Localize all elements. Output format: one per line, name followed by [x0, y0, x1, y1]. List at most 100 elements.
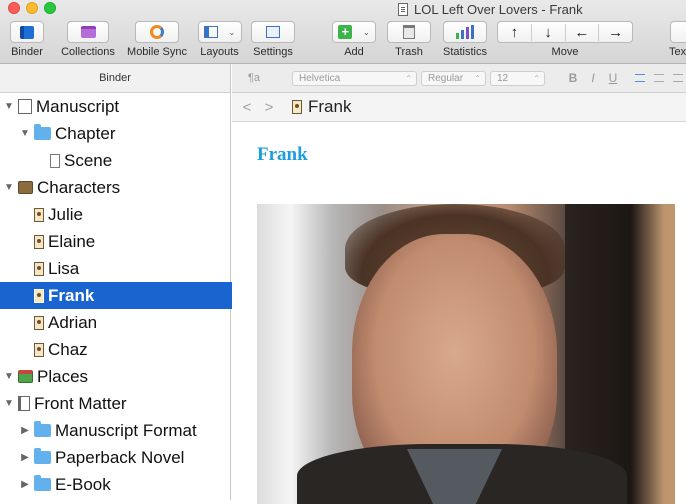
bold-button[interactable]: B	[563, 71, 583, 85]
disclosure-open-icon[interactable]: ▼	[4, 182, 14, 193]
editor-document-title: Frank	[308, 97, 352, 116]
binder-row-paperback-novel[interactable]: ▶ Paperback Novel	[0, 444, 250, 471]
move-button-group: ↑ ↓ ← →	[497, 21, 633, 43]
disclosure-open-icon[interactable]: ▼	[4, 398, 14, 409]
move-toolbar-item: ↑ ↓ ← → Move	[497, 21, 633, 58]
mobile-sync-label: Mobile Sync	[127, 46, 187, 58]
sync-icon	[150, 25, 164, 39]
binder-row-label: Front Matter	[34, 393, 127, 413]
back-button[interactable]: <	[236, 99, 258, 116]
move-up-button[interactable]: ↑	[498, 24, 531, 41]
align-right-icon[interactable]	[673, 74, 683, 82]
binder-row-label: Manuscript	[36, 96, 120, 116]
forward-button[interactable]: >	[258, 99, 280, 116]
disclosure-closed-icon[interactable]: ▶	[20, 425, 30, 436]
text-document-icon	[50, 153, 60, 168]
manuscript-icon	[18, 99, 32, 114]
binder-row-label: Julie	[48, 204, 83, 224]
add-icon: +	[338, 25, 353, 39]
mobile-sync-toolbar-item[interactable]: Mobile Sync	[125, 21, 189, 58]
binder-row-label: Paperback Novel	[55, 447, 185, 467]
minimize-window-button[interactable]	[26, 2, 38, 14]
paragraph-style-button[interactable]: ¶a	[248, 72, 282, 84]
statistics-button[interactable]	[443, 21, 487, 43]
disclosure-open-icon[interactable]: ▼	[4, 371, 14, 382]
italic-button[interactable]: I	[583, 71, 603, 85]
font-size-select[interactable]: 12	[490, 70, 545, 86]
settings-button[interactable]	[251, 21, 295, 43]
disclosure-closed-icon[interactable]: ▶	[20, 479, 30, 490]
font-style-select[interactable]: Regular	[421, 70, 486, 86]
disclosure-open-icon[interactable]: ▼	[4, 101, 14, 112]
text-label: Tex	[669, 46, 686, 58]
editor-pane[interactable]: Frank	[232, 122, 686, 504]
add-toolbar-item[interactable]: + ⌄ Add	[332, 21, 376, 58]
zoom-window-button[interactable]	[44, 2, 56, 14]
character-sheet-icon	[34, 234, 44, 249]
window-toolbar: LOL Left Over Lovers - Frank Binder Coll…	[0, 0, 686, 64]
align-left-icon[interactable]	[635, 74, 645, 82]
binder-row-manuscript[interactable]: ▼ Manuscript	[0, 93, 234, 120]
binder-row-label: Lisa	[48, 258, 80, 278]
trash-toolbar-item[interactable]: Trash	[386, 21, 432, 58]
binder-row-label: Characters	[37, 177, 121, 197]
font-family-select[interactable]: Helvetica	[292, 70, 417, 86]
statistics-icon	[456, 25, 474, 39]
binder-row-lisa[interactable]: Lisa	[0, 255, 260, 282]
move-down-button[interactable]: ↓	[530, 23, 565, 41]
binder-row-elaine[interactable]: Elaine	[0, 228, 260, 255]
character-sheet-icon	[34, 207, 44, 222]
binder-row-label: E-Book	[55, 474, 111, 494]
character-sheet-icon	[292, 100, 302, 114]
collections-button[interactable]	[67, 21, 109, 43]
disclosure-open-icon[interactable]: ▼	[20, 128, 30, 139]
binder-row-label: Manuscript Format	[55, 420, 197, 440]
statistics-toolbar-item[interactable]: Statistics	[440, 21, 490, 58]
binder-row-front-matter[interactable]: ▼ Front Matter	[0, 390, 234, 417]
binder-row-places[interactable]: ▼ Places	[0, 363, 234, 390]
folder-icon	[34, 124, 51, 140]
trash-button[interactable]	[387, 21, 431, 43]
binder-row-chapter[interactable]: ▼ Chapter	[0, 120, 250, 147]
character-sheet-icon	[34, 288, 44, 303]
binder-row-e-book[interactable]: ▶ E-Book	[0, 471, 250, 498]
binder-row-characters[interactable]: ▼ Characters	[0, 174, 234, 201]
move-label: Move	[551, 46, 579, 58]
mobile-sync-button[interactable]	[135, 21, 179, 43]
folder-icon	[34, 421, 51, 437]
disclosure-closed-icon[interactable]: ▶	[20, 452, 30, 463]
document-icon	[398, 2, 408, 16]
document-heading: Frank	[257, 144, 308, 165]
add-button[interactable]: + ⌄	[332, 21, 376, 43]
binder-row-julie[interactable]: Julie	[0, 201, 260, 228]
align-center-icon[interactable]	[654, 74, 664, 82]
binder-button[interactable]	[10, 21, 44, 43]
underline-button[interactable]: U	[603, 71, 623, 85]
binder-sidebar: Binder ▼ Manuscript ▼ Chapter Scene ▼ Ch…	[0, 64, 260, 500]
binder-row-label: Adrian	[48, 312, 98, 332]
move-left-button[interactable]: ←	[564, 23, 599, 41]
character-sheet-icon	[34, 261, 44, 276]
settings-toolbar-item[interactable]: Settings	[250, 21, 296, 58]
text-toolbar-item[interactable]: Tex	[660, 21, 686, 58]
layouts-button[interactable]: ⌄	[197, 21, 242, 43]
layouts-label: Layouts	[200, 46, 239, 58]
layouts-toolbar-item[interactable]: ⌄ Layouts	[197, 21, 242, 58]
binder-row-adrian[interactable]: Adrian	[0, 309, 260, 336]
collections-toolbar-item[interactable]: Collections	[57, 21, 119, 58]
binder-toolbar-item[interactable]: Binder	[6, 21, 48, 58]
close-window-button[interactable]	[8, 2, 20, 14]
binder-row-frank[interactable]: Frank	[0, 282, 260, 309]
text-button[interactable]	[670, 21, 686, 43]
binder-row-chaz[interactable]: Chaz	[0, 336, 260, 363]
binder-header: Binder	[0, 64, 230, 93]
binder-row-label: Chapter	[55, 123, 116, 143]
window-title: LOL Left Over Lovers - Frank	[398, 1, 583, 17]
add-label: Add	[344, 46, 364, 58]
characters-folder-icon	[18, 181, 33, 194]
move-right-button[interactable]: →	[598, 23, 632, 41]
editor-navigation-bar: < > Frank	[232, 93, 686, 122]
binder-row-manuscript-format[interactable]: ▶ Manuscript Format	[0, 417, 250, 444]
places-folder-icon	[18, 370, 33, 383]
settings-label: Settings	[253, 46, 293, 58]
